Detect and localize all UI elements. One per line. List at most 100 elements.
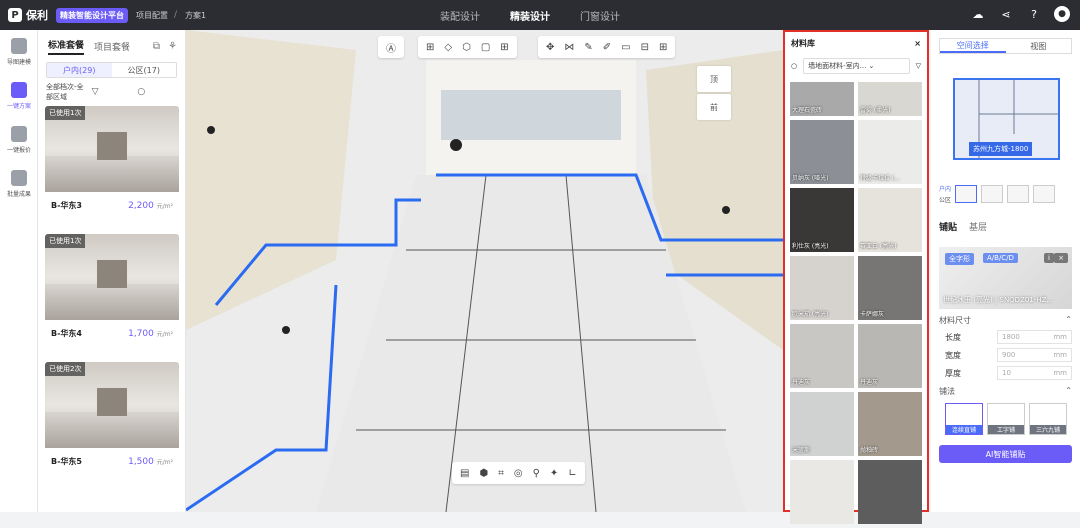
- layout-369[interactable]: 三六九铺: [1029, 403, 1067, 435]
- nav-finish[interactable]: 精装设计: [510, 8, 550, 23]
- chip-abcd[interactable]: A/B/C/D: [983, 253, 1018, 263]
- area-segment: 户内(29) 公区(17): [46, 62, 177, 78]
- help-icon[interactable]: ?: [1026, 6, 1042, 22]
- tab-space-select[interactable]: 空间选择: [940, 39, 1006, 53]
- material-tile[interactable]: 欧米茄 (亮光): [790, 256, 854, 320]
- view-top-button[interactable]: 顶: [697, 66, 731, 92]
- nav-assembly[interactable]: 装配设计: [440, 8, 480, 23]
- edit-icon[interactable]: ✐: [603, 42, 611, 53]
- category-dropdown[interactable]: 墙地面材料-室内... ⌄: [803, 58, 910, 74]
- material-tile[interactable]: [790, 460, 854, 524]
- move-icon[interactable]: ✥: [546, 42, 554, 53]
- ai-tool[interactable]: Ⓐ: [378, 36, 404, 58]
- split-icon[interactable]: ⊟: [641, 42, 649, 53]
- material-tile[interactable]: 雷雾 (柔光): [858, 82, 922, 116]
- collapse-icon[interactable]: ⌃: [1065, 386, 1072, 397]
- compare-icon[interactable]: ⚘: [168, 41, 177, 52]
- material-tile[interactable]: 赛亚白 (亮光): [858, 188, 922, 252]
- package-card[interactable]: 已使用2次 B-华东5 1,500 元/m²: [45, 362, 179, 486]
- view-front-button[interactable]: 前: [697, 94, 731, 120]
- share-icon[interactable]: ⋖: [998, 6, 1014, 22]
- plane-icon[interactable]: ◇: [444, 42, 452, 53]
- package-card[interactable]: 已使用1次 B-华东3 2,200 元/m²: [45, 106, 179, 230]
- tab-project[interactable]: 项目套餐: [94, 40, 130, 53]
- plan-option[interactable]: [981, 185, 1004, 203]
- search-icon[interactable]: ○: [137, 87, 177, 97]
- tiles-icon[interactable]: ⊞: [500, 42, 508, 53]
- breadcrumb-project[interactable]: 项目配置: [136, 10, 168, 21]
- material-tile[interactable]: 丹迪灰: [790, 324, 854, 388]
- filter-select[interactable]: 全部档次-全部区域: [46, 82, 86, 102]
- search-icon[interactable]: ○: [791, 62, 797, 70]
- avatar[interactable]: ●: [1054, 6, 1070, 22]
- frame-icon[interactable]: ▭: [621, 42, 630, 53]
- plan-option[interactable]: [1033, 185, 1056, 203]
- collapse-icon[interactable]: ⌃: [1065, 315, 1072, 326]
- table-icon[interactable]: ⊞: [659, 42, 667, 53]
- material-tile[interactable]: 米蓝斯: [790, 392, 854, 456]
- rail-model[interactable]: 导图建模: [0, 30, 38, 74]
- crop-icon[interactable]: ⌗: [498, 468, 504, 479]
- seg-public[interactable]: 公区(17): [112, 63, 177, 77]
- material-tile[interactable]: [858, 460, 922, 524]
- plan-option[interactable]: [1007, 185, 1030, 203]
- axis-icon[interactable]: ∟: [568, 468, 576, 479]
- filter-icon[interactable]: ▽: [916, 62, 921, 70]
- layout-i-shape[interactable]: 工字铺: [987, 403, 1025, 435]
- filter-icon[interactable]: ▽: [92, 87, 132, 97]
- nav-door-window[interactable]: 门窗设计: [580, 8, 620, 23]
- material-tile[interactable]: 大理石瓷砖: [790, 82, 854, 116]
- cube-icon[interactable]: ⬡: [462, 42, 471, 53]
- package-card[interactable]: 已使用1次 B-华东4 1,700 元/m²: [45, 234, 179, 358]
- rail-scheme[interactable]: 一键方案: [0, 74, 38, 118]
- thickness-input[interactable]: 10 mm: [997, 366, 1072, 380]
- plan-name: 苏州九方城-1800: [969, 142, 1033, 156]
- usage-tag: 已使用1次: [45, 106, 86, 120]
- mini-indoor-label[interactable]: 户内: [939, 184, 951, 193]
- scene-viewport[interactable]: Ⓐ ⊞ ◇ ⬡ ▢ ⊞ ✥ ⋈ ✎ ✐ ▭ ⊟ ⊞ 顶 前 ▤ ⬢ ⌗ ◎ ⚲ …: [186, 30, 783, 512]
- mini-public-label[interactable]: 公区: [939, 195, 951, 204]
- 2d-icon[interactable]: ▤: [460, 468, 469, 479]
- ai-icon[interactable]: Ⓐ: [386, 40, 396, 55]
- tab-base[interactable]: 基层: [969, 220, 987, 233]
- tab-paving[interactable]: 铺贴: [939, 220, 957, 233]
- breadcrumb-scheme[interactable]: 方案1: [185, 10, 206, 21]
- material-tile[interactable]: 卡萨娜灰: [858, 256, 922, 320]
- layout-continuous[interactable]: 连续直铺: [945, 403, 983, 435]
- pin-icon[interactable]: ⚲: [533, 468, 540, 479]
- floor-plan-thumbnail[interactable]: 苏州九方城-1800: [939, 64, 1072, 176]
- material-tile[interactable]: 特级卡拉拉 (...: [858, 120, 922, 184]
- pen-icon[interactable]: ✎: [584, 42, 592, 53]
- compass-icon[interactable]: ✦: [550, 468, 558, 479]
- material-tile[interactable]: 抛釉砖: [858, 392, 922, 456]
- cloud-icon[interactable]: ☁: [970, 6, 986, 22]
- material-tile-name: 欧米茄 (亮光): [792, 311, 829, 318]
- box-icon[interactable]: ▢: [481, 42, 490, 53]
- export-icon[interactable]: ⧉: [153, 41, 160, 52]
- info-icon[interactable]: i: [1044, 253, 1054, 263]
- grid-icon[interactable]: ⊞: [426, 42, 434, 53]
- length-input[interactable]: 1800 mm: [997, 330, 1072, 344]
- brand-logo[interactable]: P 保利 精装智能设计平台: [8, 7, 128, 23]
- camera-icon[interactable]: ◎: [514, 468, 523, 479]
- close-icon[interactable]: ×: [914, 39, 921, 48]
- selected-material-card[interactable]: 全字形 A/B/C/D i × 世纪冰玉 (亮光) | SNQDZ01-HZ..…: [939, 247, 1072, 309]
- package-name: B-华东4: [51, 329, 82, 338]
- package-price: 1,700 元/m²: [128, 328, 173, 339]
- ai-paving-button[interactable]: AI智能铺贴: [939, 445, 1072, 463]
- material-tile[interactable]: 丹迪灰: [858, 324, 922, 388]
- tab-standard[interactable]: 标准套餐: [48, 38, 85, 55]
- material-tile[interactable]: 利仕灰 (亮光): [790, 188, 854, 252]
- remove-icon[interactable]: ×: [1054, 253, 1068, 263]
- tab-view[interactable]: 视图: [1006, 39, 1072, 53]
- mirror-icon[interactable]: ⋈: [564, 42, 574, 53]
- rail-quote[interactable]: 一键报价: [0, 118, 38, 162]
- breadcrumb-separator: /: [174, 10, 178, 20]
- rail-batch[interactable]: 批量成果: [0, 162, 38, 206]
- chip-pattern[interactable]: 全字形: [945, 253, 974, 265]
- 3d-icon[interactable]: ⬢: [479, 468, 488, 479]
- width-input[interactable]: 900 mm: [997, 348, 1072, 362]
- seg-indoor[interactable]: 户内(29): [47, 63, 112, 77]
- material-tile[interactable]: 贝纳灰 (哑光): [790, 120, 854, 184]
- plan-option[interactable]: [955, 185, 978, 203]
